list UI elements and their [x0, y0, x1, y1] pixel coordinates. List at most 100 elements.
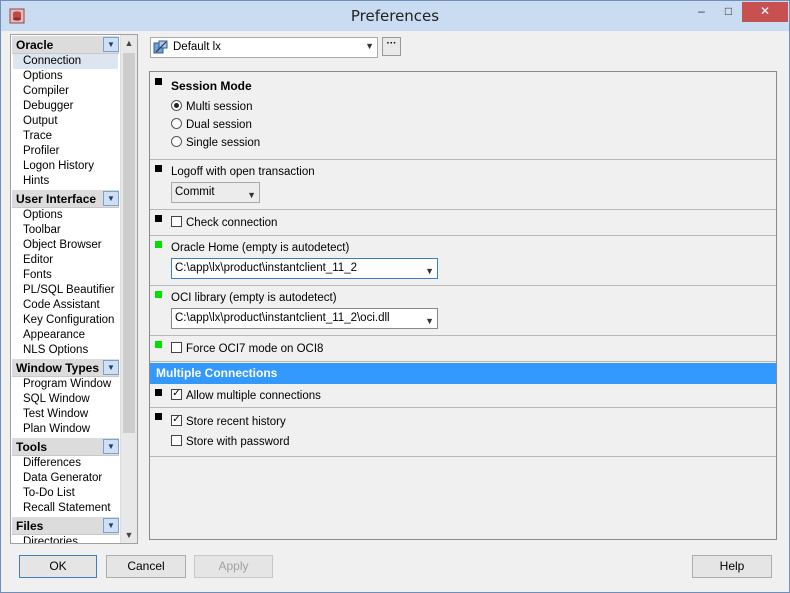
chevron-down-icon[interactable]: ▼: [103, 518, 119, 533]
oracle-home-section: Oracle Home (empty is autodetect) C:\app…: [150, 236, 776, 286]
oracle-home-select[interactable]: C:\app\lx\product\instantclient_11_2 ▼: [171, 258, 438, 279]
close-button[interactable]: ✕: [742, 2, 788, 22]
cancel-button[interactable]: Cancel: [106, 555, 186, 578]
sidebar-item-test-window[interactable]: Test Window: [23, 407, 88, 422]
sidebar-item-key-configuration[interactable]: Key Configuration: [23, 313, 114, 328]
help-button[interactable]: Help: [692, 555, 772, 578]
modified-marker: [155, 341, 162, 348]
radio-single-session[interactable]: Single session: [171, 136, 260, 152]
profile-more-button[interactable]: ···: [382, 37, 401, 56]
session-mode-title: Session Mode: [171, 79, 252, 93]
radio-selected-icon: [171, 100, 182, 112]
sidebar-item-sql-window[interactable]: SQL Window: [23, 392, 90, 407]
chevron-down-icon[interactable]: ▼: [103, 360, 119, 375]
session-mode-section: Session Mode Multi session Dual session …: [150, 72, 776, 160]
checkbox-label: Force OCI7 mode on OCI8: [186, 343, 324, 355]
sidebar-item-debugger[interactable]: Debugger: [23, 99, 74, 114]
modified-marker: [155, 241, 162, 248]
oci-library-section: OCI library (empty is autodetect) C:\app…: [150, 286, 776, 336]
oci-library-select[interactable]: C:\app\lx\product\instantclient_11_2\oci…: [171, 308, 438, 329]
store-history-section: ✓ Store recent history Store with passwor…: [150, 408, 776, 457]
sidebar-item-output[interactable]: Output: [23, 114, 58, 129]
check-connection-section: Check connection: [150, 210, 776, 236]
check-connection-checkbox[interactable]: Check connection: [171, 216, 277, 232]
store-with-password-checkbox[interactable]: Store with password: [171, 435, 290, 451]
sidebar-item-fonts[interactable]: Fonts: [23, 268, 52, 283]
scroll-up-icon[interactable]: ▲: [121, 35, 137, 51]
radio-label: Single session: [186, 137, 261, 149]
default-marker: [155, 413, 162, 420]
scroll-down-icon[interactable]: ▼: [121, 527, 137, 543]
profile-select[interactable]: Default lx ▼: [150, 37, 378, 58]
sidebar-item-trace[interactable]: Trace: [23, 129, 52, 144]
sidebar-item-options[interactable]: Options: [23, 69, 63, 84]
scrollbar-thumb[interactable]: [123, 53, 135, 433]
logoff-label: Logoff with open transaction: [171, 166, 315, 178]
sidebar-item-plsql-beautifier[interactable]: PL/SQL Beautifier: [23, 283, 115, 298]
sidebar-item-program-window[interactable]: Program Window: [23, 377, 111, 392]
category-tools[interactable]: Tools ▼: [12, 438, 119, 456]
radio-label: Dual session: [186, 119, 252, 131]
sidebar-item-directories[interactable]: Directories: [23, 535, 78, 543]
chevron-down-icon[interactable]: ▼: [365, 41, 374, 51]
apply-button[interactable]: Apply: [194, 555, 273, 578]
category-label: Window Types: [16, 361, 100, 375]
radio-dual-session[interactable]: Dual session: [171, 118, 252, 134]
logoff-value: Commit: [175, 186, 215, 198]
checkbox-icon: [171, 342, 182, 354]
window-title: Preferences: [350, 7, 440, 25]
sidebar-item-ui-options[interactable]: Options: [23, 208, 63, 223]
category-window-types[interactable]: Window Types ▼: [12, 359, 119, 377]
preferences-window: Preferences ‒ □ ✕ Oracle ▼ Connection Op…: [0, 0, 790, 593]
oracle-home-label: Oracle Home (empty is autodetect): [171, 242, 350, 254]
chevron-down-icon[interactable]: ▼: [103, 37, 119, 52]
radio-multi-session[interactable]: Multi session: [171, 100, 252, 116]
default-marker: [155, 215, 162, 222]
radio-label: Multi session: [186, 101, 253, 113]
sidebar-item-hints[interactable]: Hints: [23, 174, 49, 189]
sidebar-item-differences[interactable]: Differences: [23, 456, 81, 471]
sidebar-item-appearance[interactable]: Appearance: [23, 328, 85, 343]
sidebar-item-data-generator[interactable]: Data Generator: [23, 471, 102, 486]
allow-multiple-checkbox[interactable]: ✓ Allow multiple connections: [171, 389, 321, 405]
chevron-down-icon[interactable]: ▼: [103, 191, 119, 206]
sidebar-item-logon-history[interactable]: Logon History: [23, 159, 94, 174]
radio-icon: [171, 136, 182, 148]
sidebar-item-code-assistant[interactable]: Code Assistant: [23, 298, 100, 313]
sidebar-item-connection[interactable]: Connection: [13, 54, 118, 69]
category-user-interface[interactable]: User Interface ▼: [12, 190, 119, 208]
sidebar-item-object-browser[interactable]: Object Browser: [23, 238, 102, 253]
chevron-down-icon[interactable]: ▼: [425, 312, 434, 331]
maximize-button[interactable]: □: [715, 2, 742, 22]
profile-value: Default lx: [173, 41, 221, 53]
category-label: Tools: [16, 440, 48, 454]
checkbox-checked-icon: ✓: [171, 388, 182, 401]
allow-multiple-section: ✓ Allow multiple connections: [150, 384, 776, 408]
sidebar-item-nls-options[interactable]: NLS Options: [23, 343, 88, 358]
sidebar-scrollbar[interactable]: ▲ ▼: [120, 35, 137, 543]
category-oracle[interactable]: Oracle ▼: [12, 36, 119, 54]
settings-content: Session Mode Multi session Dual session …: [150, 72, 776, 457]
logoff-select[interactable]: Commit ▼: [171, 182, 260, 203]
minimize-button[interactable]: ‒: [688, 2, 715, 22]
sidebar-item-editor[interactable]: Editor: [23, 253, 53, 268]
force-oci7-checkbox[interactable]: Force OCI7 mode on OCI8: [171, 342, 323, 358]
chevron-down-icon[interactable]: ▼: [247, 186, 256, 205]
sidebar-item-compiler[interactable]: Compiler: [23, 84, 69, 99]
sidebar-item-plan-window[interactable]: Plan Window: [23, 422, 90, 437]
preferences-category-tree[interactable]: Oracle ▼ Connection Options Compiler Deb…: [10, 34, 138, 544]
sidebar-item-profiler[interactable]: Profiler: [23, 144, 59, 159]
store-recent-history-checkbox[interactable]: ✓ Store recent history: [171, 415, 286, 431]
chevron-down-icon[interactable]: ▼: [103, 439, 119, 454]
category-files[interactable]: Files ▼: [12, 517, 119, 535]
default-marker: [155, 165, 162, 172]
checkbox-icon: [171, 216, 182, 228]
default-marker: [155, 389, 162, 396]
chevron-down-icon[interactable]: ▼: [425, 262, 434, 281]
ok-button[interactable]: OK: [19, 555, 97, 578]
sidebar-item-recall-statement[interactable]: Recall Statement: [23, 501, 111, 516]
radio-icon: [171, 118, 182, 130]
sidebar-item-toolbar[interactable]: Toolbar: [23, 223, 61, 238]
default-marker: [155, 78, 162, 85]
sidebar-item-todo-list[interactable]: To-Do List: [23, 486, 75, 501]
